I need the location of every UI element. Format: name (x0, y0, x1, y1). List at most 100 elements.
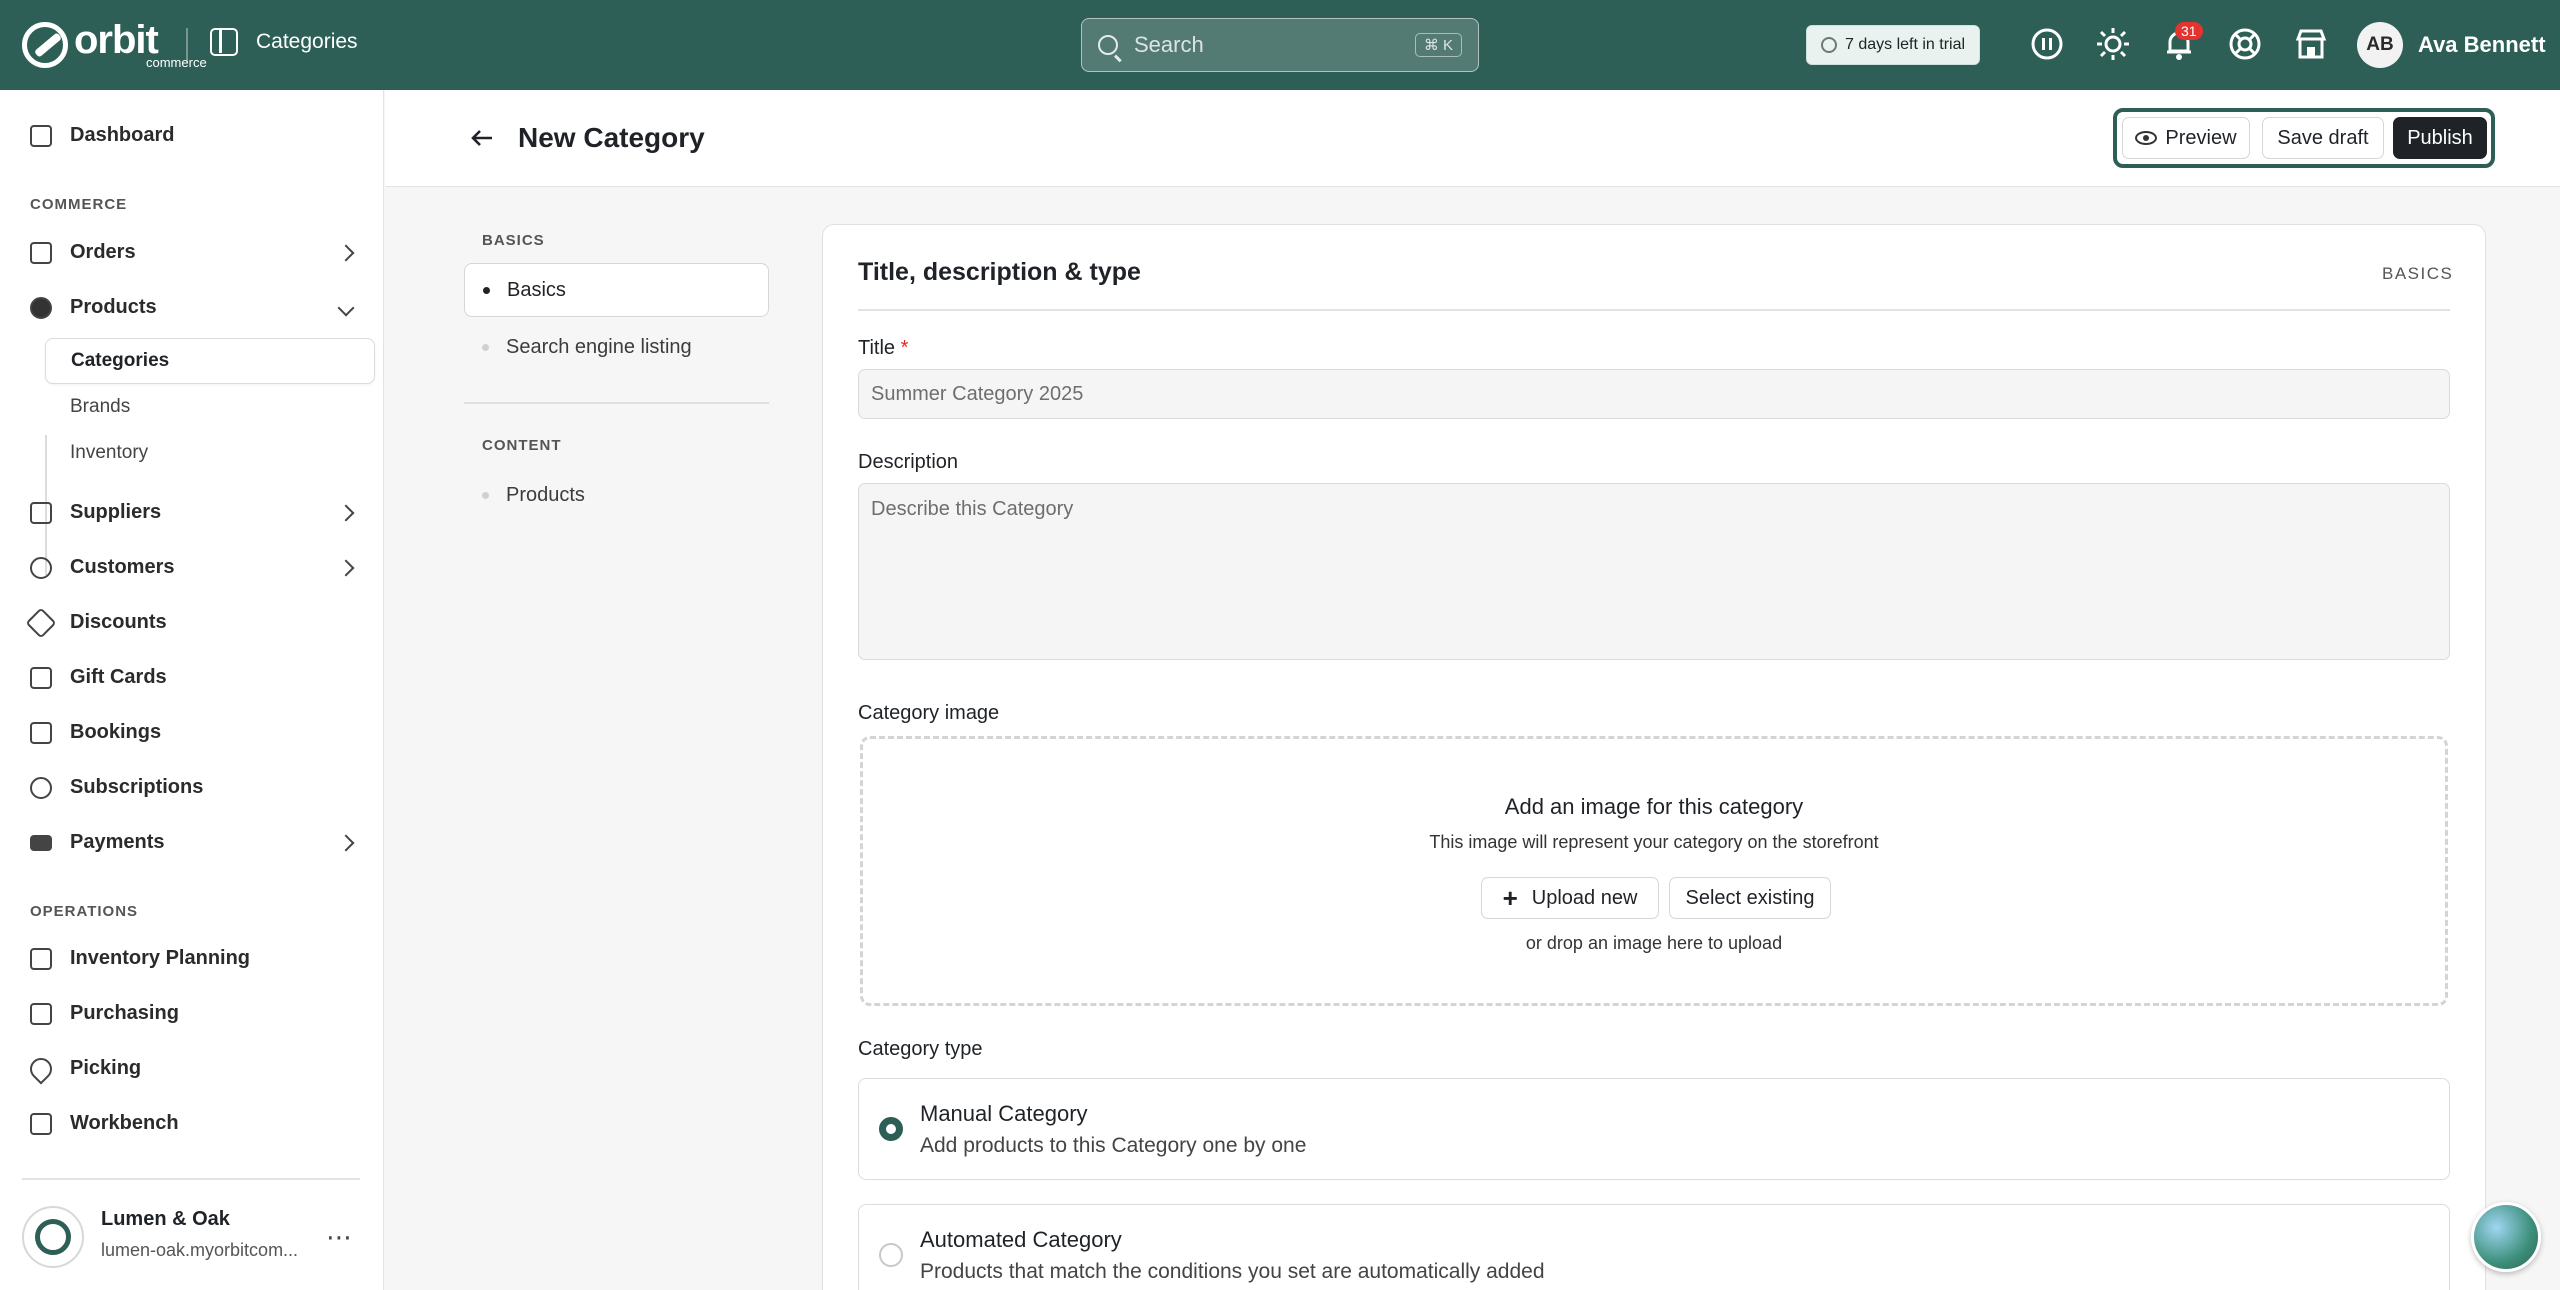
search-input[interactable]: Search ⌘ K (1081, 18, 1479, 72)
sidebar-item-suppliers[interactable]: Suppliers (30, 501, 355, 524)
sidebar-toggle-icon (210, 28, 238, 56)
sun-icon[interactable] (2096, 27, 2130, 61)
orbit-logo[interactable]: orbit commerce (22, 20, 207, 69)
preview-button[interactable]: Preview (2122, 117, 2250, 159)
category-type-label: Category type (858, 1038, 983, 1060)
search-shortcut: ⌘ K (1414, 33, 1462, 57)
orders-icon (30, 241, 52, 264)
sidebar-item-label: Workbench (70, 1112, 179, 1134)
manual-category-title: Manual Category (920, 1101, 1088, 1126)
automated-category-radio[interactable] (879, 1243, 903, 1267)
orbit-logo-icon (22, 21, 68, 68)
sidebar-item-label: Customers (70, 556, 175, 578)
description-placeholder: Describe this Category (871, 498, 1074, 520)
sidebar-item-inventory-planning[interactable]: Inventory Planning (30, 947, 250, 970)
help-lifebuoy-icon[interactable] (2228, 27, 2262, 61)
top-bar: orbit commerce Categories Search ⌘ K 7 d… (0, 0, 2560, 90)
sidebar-item-orders[interactable]: Orders (30, 241, 355, 264)
box-icon (30, 1002, 52, 1025)
chevron-right-icon (337, 504, 355, 521)
back-arrow-icon[interactable] (470, 126, 494, 150)
sidebar-item-inventory[interactable]: Inventory (45, 430, 375, 476)
section-dot (483, 286, 490, 294)
avatar[interactable]: AB (2357, 22, 2403, 68)
refresh-icon (30, 776, 52, 799)
description-label: Description (858, 451, 959, 473)
trial-badge[interactable]: 7 days left in trial (1806, 25, 1981, 65)
page-title: New Category (518, 122, 705, 153)
plus-icon: + (1502, 882, 1518, 913)
calendar-icon (30, 721, 52, 744)
sidebar-item-label: Products (70, 296, 157, 318)
sidebar-item-label: Purchasing (70, 1002, 179, 1024)
sidebar-item-brands[interactable]: Brands (45, 384, 375, 430)
sidebar-item-label: Inventory Planning (70, 947, 251, 969)
sidebar-section-operations: OPERATIONS (30, 903, 139, 920)
sidebar-item-label: Picking (70, 1057, 142, 1079)
required-marker: * (900, 337, 909, 359)
sidebar-item-products[interactable]: Products (30, 296, 355, 319)
topbar-section-title: Categories (256, 30, 358, 53)
eye-icon (2135, 131, 2158, 145)
manual-category-radio[interactable] (879, 1117, 903, 1141)
customers-icon (30, 556, 52, 579)
upload-new-button[interactable]: + Upload new (1481, 877, 1659, 919)
store-url: lumen-oak.myorbitcom... (101, 1240, 299, 1260)
automated-category-option[interactable]: Automated Category Products that match t… (858, 1204, 2450, 1290)
dashboard-icon (30, 124, 52, 147)
sidebar-item-gift-cards[interactable]: Gift Cards (30, 666, 167, 689)
category-image-label: Category image (858, 702, 1000, 724)
chevron-right-icon (337, 559, 355, 576)
upload-new-label: Upload new (1531, 886, 1638, 909)
sidebar-item-discounts[interactable]: Discounts (25, 606, 167, 639)
sidebar-item-workbench[interactable]: Workbench (30, 1112, 179, 1135)
chevron-down-icon (337, 299, 355, 316)
section-nav-basics[interactable]: Basics (464, 263, 769, 317)
store-logo-icon (35, 1219, 71, 1255)
tag-icon (25, 606, 57, 639)
logo-subtext: commerce (146, 55, 207, 70)
workbench-icon (30, 1112, 52, 1135)
sidebar-item-payments[interactable]: Payments (30, 831, 355, 854)
preview-label: Preview (2165, 126, 2237, 149)
sidebar-item-dashboard[interactable]: Dashboard (30, 124, 174, 147)
products-icon (30, 296, 52, 319)
trial-text: 7 days left in trial (1845, 36, 1966, 53)
dropzone-note: or drop an image here to upload (1525, 933, 1783, 953)
sidebar-item-bookings[interactable]: Bookings (30, 721, 161, 744)
section-nav-products[interactable]: Products (464, 468, 769, 522)
select-existing-button[interactable]: Select existing (1669, 877, 1831, 919)
sidebar-item-customers[interactable]: Customers (30, 556, 355, 579)
publish-button[interactable]: Publish (2393, 117, 2487, 159)
suppliers-icon (30, 501, 52, 524)
storefront-icon[interactable] (2294, 27, 2328, 61)
user-name[interactable]: Ava Bennett (2418, 32, 2546, 58)
sidebar-toggle[interactable]: Categories (210, 28, 358, 56)
sidebar-item-picking[interactable]: Picking (25, 1052, 142, 1085)
store-logo[interactable] (22, 1206, 84, 1268)
sidebar-item-purchasing[interactable]: Purchasing (30, 1002, 179, 1025)
sidebar-item-label: Bookings (70, 721, 162, 743)
section-nav-basics-heading: BASICS (482, 232, 545, 249)
save-draft-button[interactable]: Save draft (2262, 117, 2384, 159)
section-nav-seo[interactable]: Search engine listing (464, 320, 769, 374)
sidebar-item-label: Suppliers (70, 501, 162, 523)
sidebar-footer-divider (22, 1178, 360, 1180)
assistant-launcher-button[interactable] (2471, 1202, 2541, 1272)
description-textarea[interactable]: Describe this Category (858, 483, 2450, 660)
sidebar-item-categories[interactable]: Categories (45, 338, 375, 384)
search-placeholder: Search (1134, 32, 1204, 57)
store-name[interactable]: Lumen & Oak (101, 1208, 230, 1231)
sidebar-item-label: Gift Cards (70, 666, 167, 688)
chevron-right-icon (337, 244, 355, 261)
clipboard-icon (30, 947, 52, 970)
clock-icon (1821, 37, 1837, 53)
more-options-icon[interactable]: ⋯ (326, 1222, 352, 1253)
sidebar-item-subscriptions[interactable]: Subscriptions (30, 776, 203, 799)
manual-category-option[interactable]: Manual Category Add products to this Cat… (858, 1078, 2450, 1180)
title-input[interactable]: Summer Category 2025 (858, 369, 2450, 419)
gift-icon (30, 666, 52, 689)
pause-icon[interactable] (2030, 27, 2064, 61)
sidebar: Dashboard COMMERCE Orders Products Categ… (0, 90, 384, 1290)
image-dropzone[interactable]: Add an image for this category This imag… (860, 736, 2448, 1006)
